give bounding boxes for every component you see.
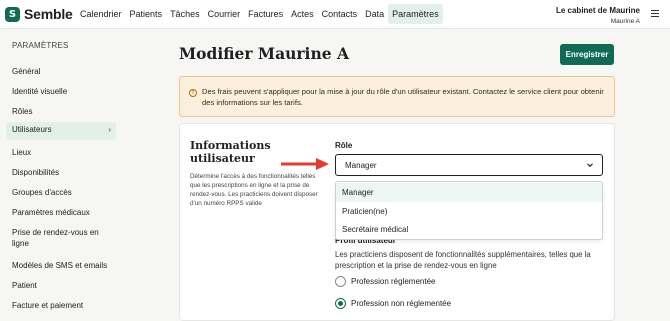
- sidebar-item-general[interactable]: Général: [6, 64, 116, 81]
- profile-description: Les practiciens disposent de fonctionnal…: [335, 250, 591, 271]
- sidebar-item-patient[interactable]: Patient: [6, 278, 116, 295]
- settings-sidebar: PARAMÈTRES Général Identité visuelle Rôl…: [0, 29, 123, 321]
- nav-item-factures[interactable]: Factures: [244, 4, 287, 24]
- sidebar-item-prise-rdv-en-ligne[interactable]: Prise de rendez-vous en ligne: [6, 225, 116, 253]
- chevron-right-icon: ›: [108, 125, 111, 134]
- sidebar-item-lieux[interactable]: Lieux: [6, 145, 116, 162]
- role-option-praticien[interactable]: Praticien(ne): [336, 202, 602, 221]
- radio-button[interactable]: [335, 276, 346, 287]
- sidebar-item-groupes-acces[interactable]: Groupes d'accès: [6, 185, 116, 202]
- sidebar-item-roles[interactable]: Rôles: [6, 104, 116, 121]
- alert-text: Des frais peuvent s'appliquer pour la mi…: [202, 87, 604, 107]
- logo-mark: S: [5, 6, 20, 22]
- account-name: Le cabinet de Maurine: [555, 6, 640, 15]
- role-option-manager[interactable]: Manager: [336, 183, 602, 202]
- nav-item-patients[interactable]: Patients: [126, 4, 167, 24]
- red-arrow-icon: [281, 158, 329, 170]
- role-select-value: Manager: [345, 161, 377, 170]
- nav-item-contacts[interactable]: Contacts: [318, 4, 362, 24]
- account-switcher[interactable]: Le cabinet de Maurine Maurine A: [556, 6, 640, 25]
- main-nav: Calendrier Patients Tâches Courrier Fact…: [76, 4, 443, 24]
- page-title: Modifier Maurine A: [179, 44, 349, 63]
- role-label: Rôle: [335, 141, 353, 150]
- sidebar-item-facture-paiement[interactable]: Facture et paiement: [6, 298, 116, 315]
- sidebar-item-utilisateurs[interactable]: Utilisateurs ›: [6, 122, 116, 140]
- hamburger-menu-icon[interactable]: [651, 10, 659, 17]
- nav-item-calendrier[interactable]: Calendrier: [76, 4, 126, 24]
- role-option-secretaire-medical[interactable]: Secrétaire médical: [336, 220, 602, 239]
- role-select[interactable]: Manager: [335, 154, 603, 176]
- nav-item-taches[interactable]: Tâches: [166, 4, 204, 24]
- radio-profession-non-reglementee[interactable]: Profession non réglementée: [335, 298, 451, 309]
- nav-item-parametres[interactable]: Paramètres: [388, 4, 443, 24]
- info-icon: !: [189, 89, 197, 97]
- sidebar-item-identite-visuelle[interactable]: Identité visuelle: [6, 84, 116, 101]
- logo-text: Semble: [24, 6, 73, 22]
- top-nav: S Semble Calendrier Patients Tâches Cour…: [0, 0, 670, 29]
- fee-warning-alert: ! Des frais peuvent s'appliquer pour la …: [179, 76, 615, 117]
- sidebar-item-parametres-medicaux[interactable]: Paramètres médicaux: [6, 205, 116, 222]
- chevron-down-icon: [587, 163, 593, 168]
- sidebar-heading: PARAMÈTRES: [12, 41, 69, 50]
- app-logo[interactable]: S Semble: [5, 6, 73, 22]
- radio-button[interactable]: [335, 298, 346, 309]
- radio-profession-reglementee[interactable]: Profession réglementée: [335, 276, 436, 287]
- section-description: Détermine l'accès à des fonctionnalités …: [190, 173, 318, 208]
- radio-label: Profession non réglementée: [351, 299, 452, 308]
- nav-item-actes[interactable]: Actes: [287, 4, 318, 24]
- role-dropdown-menu: Manager Praticien(ne) Secrétaire médical: [335, 181, 603, 240]
- radio-label: Profession réglementée: [351, 277, 436, 286]
- sidebar-item-disponibilites[interactable]: Disponibilités: [6, 165, 116, 182]
- nav-item-courrier[interactable]: Courrier: [204, 4, 245, 24]
- sidebar-item-modeles-sms-emails[interactable]: Modèles de SMS et emails: [6, 258, 116, 275]
- nav-item-data[interactable]: Data: [361, 4, 388, 24]
- save-button[interactable]: Enregistrer: [560, 44, 614, 65]
- account-user: Maurine A: [610, 18, 640, 25]
- sidebar-item-label: Utilisateurs: [12, 125, 52, 134]
